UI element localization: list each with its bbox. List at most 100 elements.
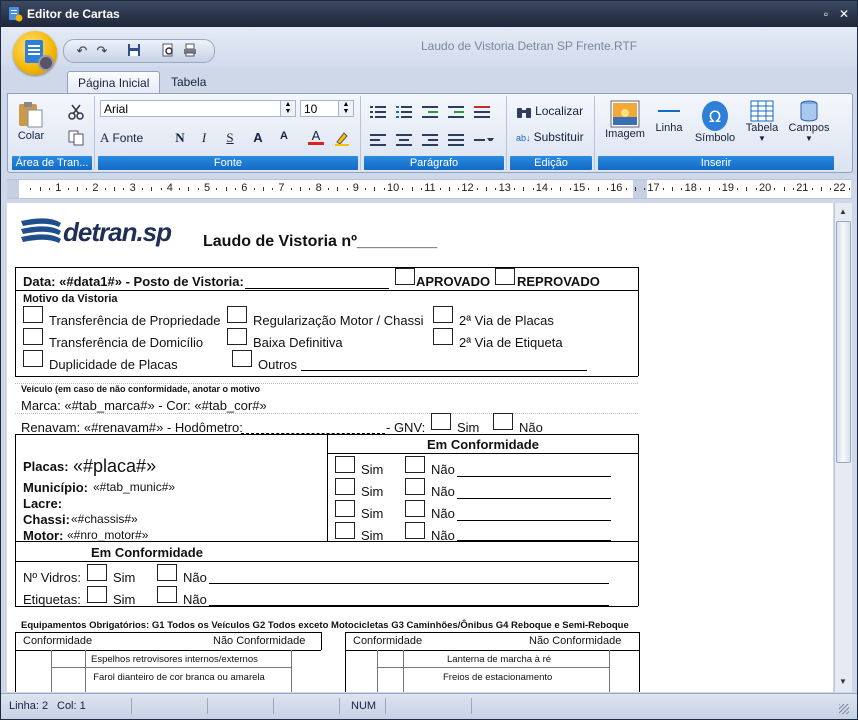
replace-button[interactable]: ab↓ Substituir [516,130,592,144]
quick-access-toolbar: ↶ ↷ [63,39,215,63]
vidros-nao-checkbox[interactable] [157,564,177,581]
aprovado-checkbox[interactable] [395,268,415,285]
placas-sim-checkbox[interactable] [335,456,355,473]
scroll-up-icon[interactable]: ▲ [837,205,849,219]
italic-button[interactable]: I [196,130,212,146]
ruler-tick [569,188,571,190]
highlight-icon[interactable] [334,130,350,146]
print-icon[interactable] [182,43,198,59]
lacre-label: Lacre: [23,496,63,511]
reprovado-checkbox[interactable] [495,268,515,285]
etiquetas-sim-checkbox[interactable] [87,586,107,603]
underline-button[interactable]: S [222,130,238,146]
ruler-tick [848,188,850,190]
minimize-button[interactable]: ▫ [819,7,833,21]
vidros-sim-checkbox[interactable] [87,564,107,581]
ruler-tick [830,188,832,190]
document-canvas[interactable]: detran.sp Laudo de Vistoria nº_________ … [7,203,833,692]
font-name-dropdown-icon[interactable]: ▲ ▼ [280,101,295,116]
redo-icon[interactable]: ↷ [94,43,110,59]
motivo-checkbox-6[interactable] [433,328,453,345]
insert-table-button[interactable]: Tabela ▼ [744,100,780,143]
scroll-down-icon[interactable]: ▼ [837,675,849,689]
ruler-tick [820,187,822,191]
align-right-icon[interactable] [422,134,438,146]
motivo-checkbox-3[interactable] [433,306,453,323]
font-size-value: 10 [304,102,318,116]
scroll-thumb[interactable] [836,221,851,463]
cut-icon[interactable] [68,104,84,120]
ruler-number: 21 [796,182,809,194]
motor-nao-checkbox[interactable] [405,522,425,539]
insert-fields-button[interactable]: Campos ▼ [786,100,832,143]
undo-icon[interactable]: ↶ [74,43,90,59]
line-spacing-icon[interactable] [474,134,494,146]
tab-pagina-inicial[interactable]: Página Inicial [67,71,161,94]
print-preview-icon[interactable] [160,43,176,59]
font-group-label: Fonte [98,156,358,170]
font-name-select[interactable]: Arial ▲ ▼ [100,100,296,117]
right-conformidade-header: Conformidade [353,635,423,647]
motivo-checkbox-7[interactable] [23,350,43,367]
ruler-tick [374,187,376,191]
ruler-tick [625,188,627,190]
align-left-icon[interactable] [370,134,386,146]
bullets-icon[interactable] [370,106,386,118]
insert-line-button[interactable]: Linha [650,100,688,134]
justify-icon[interactable] [448,134,464,146]
horizontal-ruler[interactable]: 1 2 3 4 5 6 7 8 9 10 11 12 13 14 15 16 17 18 19 20 21 22 [7,179,851,199]
motivo-checkbox-8[interactable] [232,350,252,367]
right-item-2: Freios de estacionamento [443,672,553,683]
paragraph-marks-icon[interactable] [474,106,490,118]
vidros-nao-label: Não [183,570,207,585]
motivo-checkbox-2[interactable] [227,306,247,323]
bold-button[interactable]: N [172,130,188,146]
font-color-button[interactable]: A [308,129,324,145]
ruler-tick [458,188,460,190]
ruler-number: 11 [424,182,436,194]
grow-font-button[interactable]: A [250,130,266,145]
chassi-sim-checkbox[interactable] [335,500,355,517]
resize-grip-icon[interactable] [839,704,849,714]
ruler-tick [337,187,339,191]
tab-tabela[interactable]: Tabela [161,71,216,93]
fields-label: Campos [788,122,830,134]
close-button[interactable]: ✕ [837,7,851,21]
chassi-nao-checkbox[interactable] [405,500,425,517]
ruler-tick [792,188,794,190]
placas-nao-checkbox[interactable] [405,456,425,473]
motor-value: «#nro_motor#» [67,528,149,542]
gnv-sim-checkbox[interactable] [431,413,451,430]
motivo-checkbox-5[interactable] [227,328,247,345]
motivo-label-3: 2ª Via de Placas [459,313,554,328]
font-size-select[interactable]: 10 ▲ ▼ [300,100,354,117]
image-label: Imagem [605,128,645,140]
find-button[interactable]: Localizar [516,104,592,119]
shrink-font-button[interactable]: A [276,130,292,142]
database-icon [800,100,818,122]
numbering-icon[interactable] [396,106,412,118]
ruler-tick [811,188,813,190]
gnv-nao-checkbox[interactable] [493,413,513,430]
decrease-indent-icon[interactable] [422,106,438,118]
replace-label: Substituir [533,130,584,144]
motivo-label-2: Regularização Motor / Chassi [253,313,424,328]
motivo-checkbox-4[interactable] [23,328,43,345]
vertical-scrollbar[interactable]: ▲ ▼ [834,203,852,692]
document-title: Laudo de Vistoria Detran SP Frente.RTF [421,39,638,53]
motor-sim-checkbox[interactable] [335,522,355,539]
font-size-dropdown-icon[interactable]: ▲ ▼ [338,101,353,116]
insert-image-button[interactable]: Imagem [602,100,648,140]
increase-indent-icon[interactable] [448,106,464,118]
insert-symbol-button[interactable]: Ω Símbolo [692,100,738,144]
municipio-sim-checkbox[interactable] [335,478,355,495]
motivo-checkbox-1[interactable] [23,306,43,323]
font-dialog-button[interactable]: A Fonte [100,130,160,146]
save-icon[interactable] [126,43,142,59]
align-center-icon[interactable] [396,134,412,146]
municipio-nao-checkbox[interactable] [405,478,425,495]
vidros-label: Nº Vidros: [23,570,81,585]
etiquetas-nao-checkbox[interactable] [157,586,177,603]
paste-button[interactable]: Colar [14,100,48,142]
copy-icon[interactable] [68,130,84,146]
